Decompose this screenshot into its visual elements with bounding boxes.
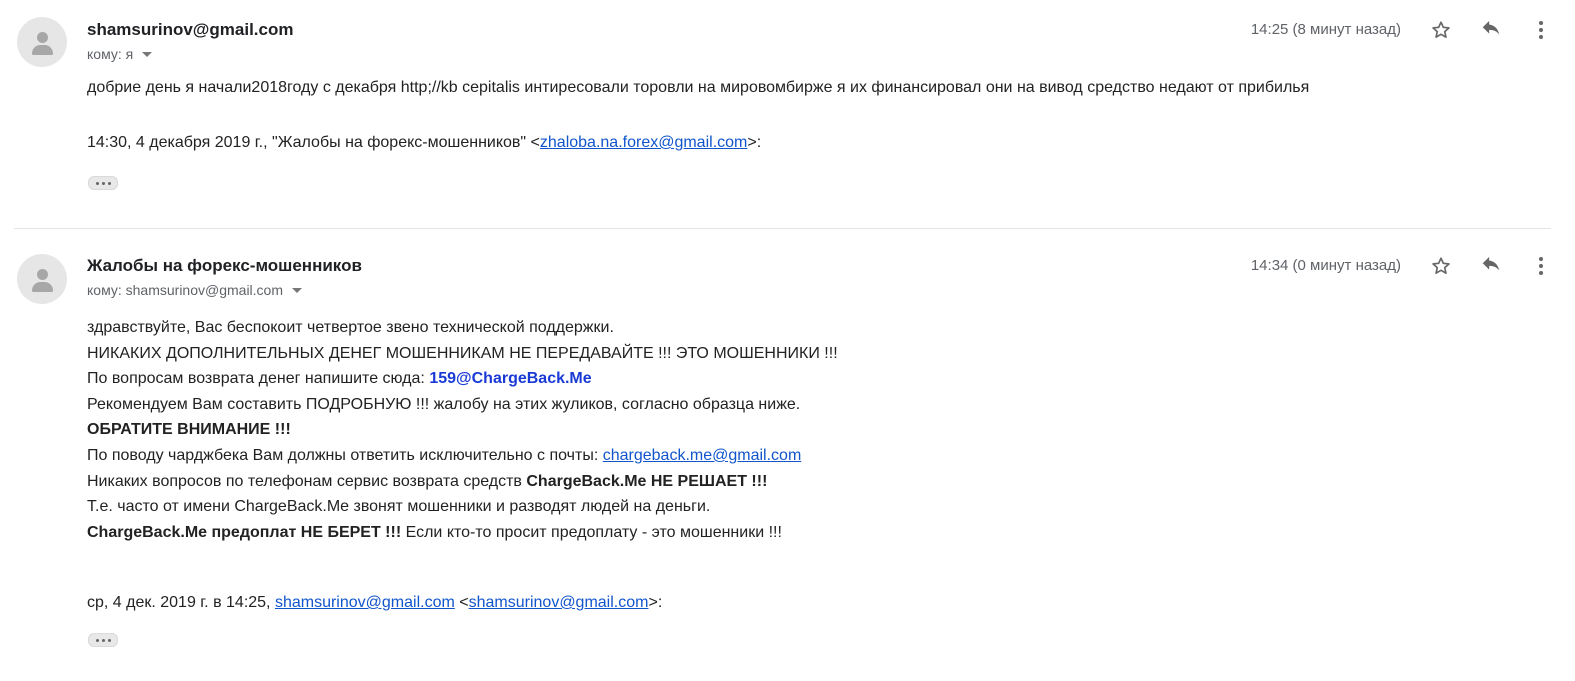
email-message-2: Жалобы на форекс-мошенников кому: shamsu… [0, 230, 1575, 681]
show-trimmed-icon[interactable] [88, 176, 118, 190]
quoted-header-suffix: >: [747, 134, 762, 151]
body-line-8: Т.е. часто от имени ChargeBack.Me звонят… [87, 498, 711, 516]
body-line-1: здравствуйте, Вас беспокоит четвертое зв… [87, 319, 614, 336]
quoted-header-prefix: ср, 4 дек. 2019 г. в 14:25, [87, 594, 275, 611]
message-actions [1427, 252, 1555, 280]
chevron-down-icon[interactable] [292, 287, 302, 293]
quoted-header-mid: < [454, 594, 469, 611]
body-line-4: Рекомендуем Вам составить ПОДРОБНУЮ !!! … [87, 395, 801, 413]
chargeback-email-link[interactable]: chargeback.me@gmail.com [603, 447, 802, 464]
recipient-label: кому: shamsurinov@gmail.com [87, 282, 283, 298]
quoted-header: 14:30, 4 декабря 2019 г., "Жалобы на фор… [87, 134, 761, 152]
body-line-9: ChargeBack.Me предоплат НЕ БЕРЕТ !!! Есл… [87, 520, 838, 546]
body-line-9-bold: ChargeBack.Me предоплат НЕ БЕРЕТ !!! [87, 523, 402, 541]
quoted-sender-email-link[interactable]: zhaloba.na.forex@gmail.com [540, 134, 747, 151]
body-line-3-text: По вопросам возврата денег напишите сюда… [87, 370, 430, 388]
recipient-line: кому: shamsurinov@gmail.com [87, 282, 302, 298]
recipient-label: кому: я [87, 46, 134, 62]
body-line-6-text: По поводу чарджбека Вам должны ответить … [87, 446, 603, 464]
avatar-icon [17, 17, 67, 67]
message-body: здравствуйте, Вас беспокоит четвертое зв… [87, 315, 838, 545]
show-trimmed-icon[interactable] [88, 633, 118, 647]
body-line-6: По поводу чарджбека Вам должны ответить … [87, 443, 838, 469]
quoted-header: ср, 4 дек. 2019 г. в 14:25, shamsurinov@… [87, 594, 662, 612]
star-icon[interactable] [1427, 16, 1455, 44]
quoted-header-prefix: 14:30, 4 декабря 2019 г., "Жалобы на фор… [87, 134, 540, 151]
reply-icon[interactable] [1477, 16, 1505, 44]
body-line-7: Никаких вопросов по телефонам сервис воз… [87, 469, 838, 495]
body-line-5: ОБРАТИТЕ ВНИМАНИЕ !!! [87, 417, 838, 443]
body-line-2: НИКАКИХ ДОПОЛНИТЕЛЬНЫХ ДЕНЕГ МОШЕННИКАМ … [87, 344, 838, 362]
email-message-1: shamsurinov@gmail.com кому: я 14:25 (8 м… [0, 0, 1575, 228]
quoted-sender-email-link[interactable]: shamsurinov@gmail.com [275, 594, 455, 611]
body-line-7-text: Никаких вопросов по телефонам сервис воз… [87, 472, 527, 490]
quoted-header-suffix: >: [648, 594, 663, 611]
recipient-line: кому: я [87, 46, 153, 62]
star-icon[interactable] [1427, 252, 1455, 280]
body-line-9-text: Если кто-то просит предоплату - это моше… [401, 523, 782, 541]
message-divider [14, 228, 1551, 229]
more-vert-icon[interactable] [1527, 16, 1555, 44]
sender-name: Жалобы на форекс-мошенников [87, 256, 362, 275]
message-timestamp: 14:34 (0 минут назад) [1250, 257, 1401, 274]
support-email[interactable]: 159@ChargeBack.Me [429, 370, 591, 387]
sender-name: shamsurinov@gmail.com [87, 20, 294, 39]
message-body-text: добрие день я начали2018году с декабря h… [87, 79, 1310, 96]
body-line-7-bold: ChargeBack.Me НЕ РЕШАЕТ !!! [526, 472, 768, 490]
more-vert-icon[interactable] [1527, 252, 1555, 280]
quoted-sender-address-link[interactable]: shamsurinov@gmail.com [469, 594, 649, 611]
chevron-down-icon[interactable] [142, 51, 153, 57]
reply-icon[interactable] [1477, 252, 1505, 280]
body-line-3: По вопросам возврата денег напишите сюда… [87, 366, 838, 392]
avatar-icon [17, 254, 67, 304]
message-actions [1427, 16, 1555, 44]
attention-text: ОБРАТИТЕ ВНИМАНИЕ !!! [87, 421, 291, 439]
message-timestamp: 14:25 (8 минут назад) [1250, 21, 1401, 38]
